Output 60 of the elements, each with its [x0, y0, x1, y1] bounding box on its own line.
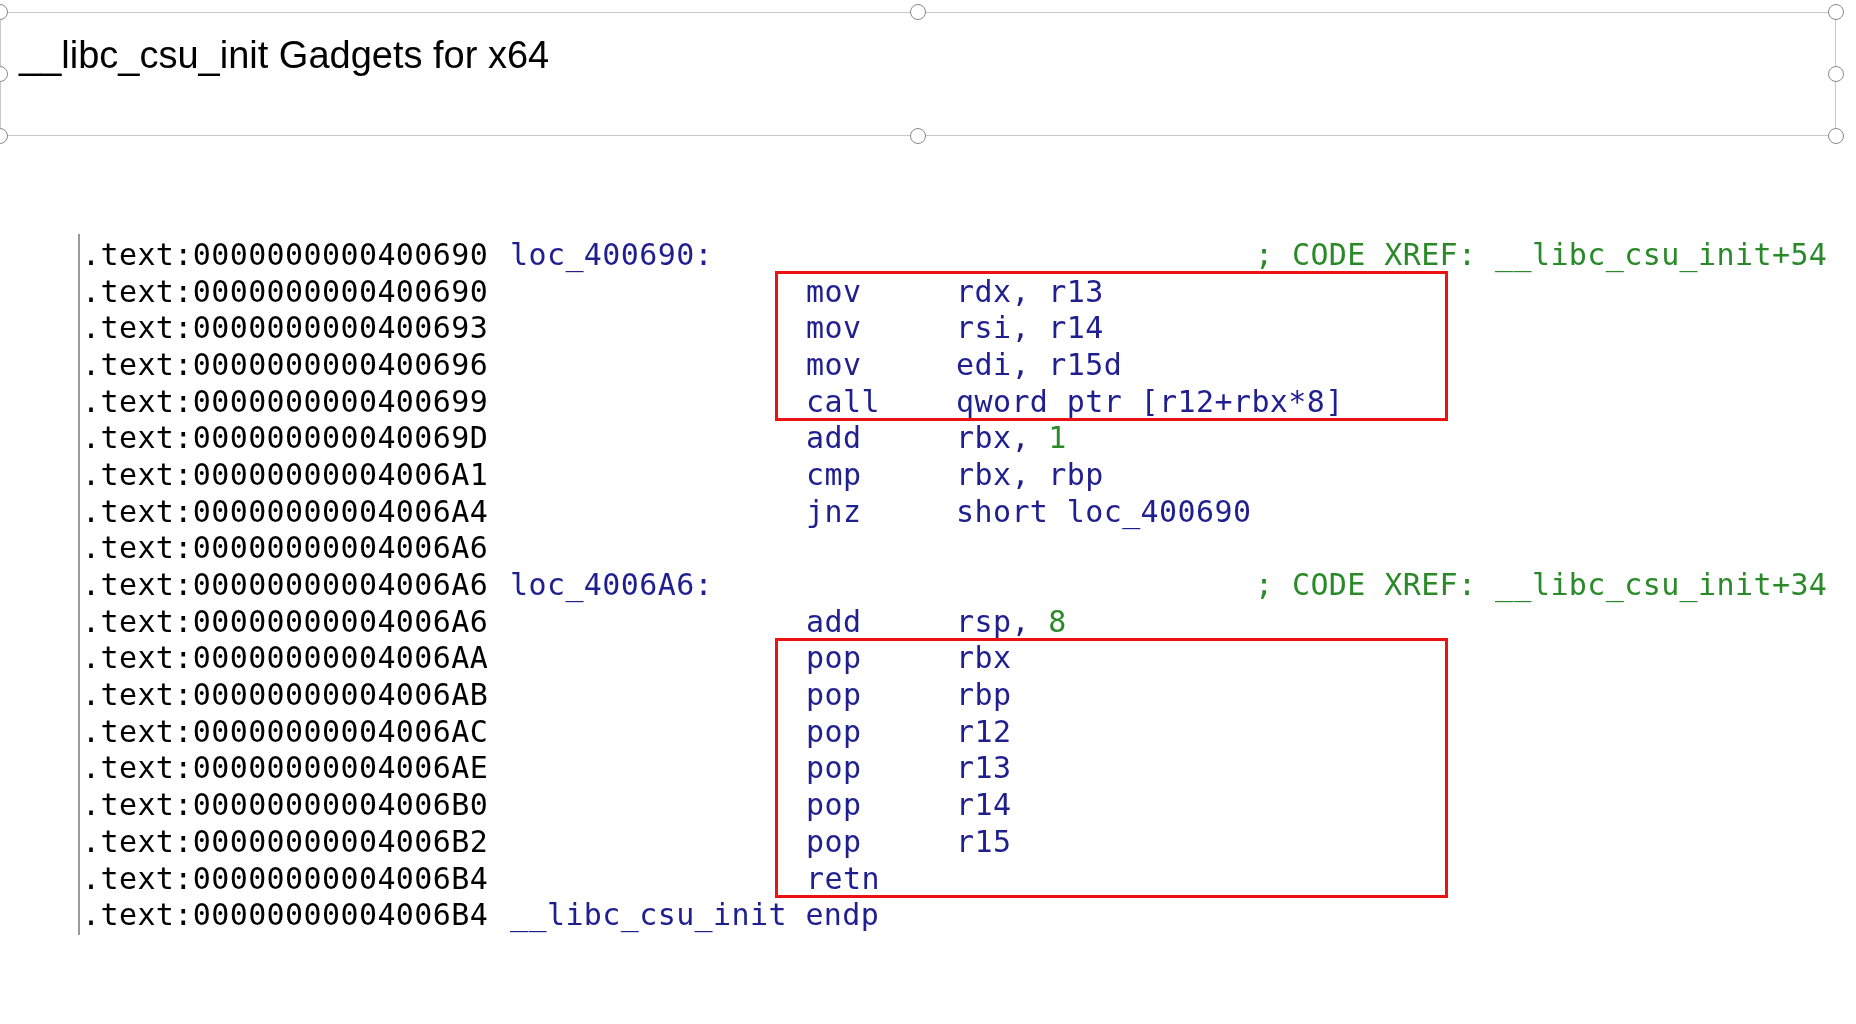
address-text: .text:0000000000400696 — [82, 345, 490, 384]
operands-text: short loc_400690 — [956, 493, 1252, 529]
address-text: .text:0000000000400693 — [82, 309, 490, 348]
code-label: loc_4006A6: — [510, 567, 714, 603]
mnemonic-text: pop — [806, 640, 862, 676]
mnemonic-text: jnz — [806, 493, 862, 529]
mnemonic-text: retn — [806, 860, 880, 896]
address-text: .text:00000000004006B4 — [82, 896, 490, 935]
selection-handle[interactable] — [1828, 4, 1844, 20]
address-text: .text:00000000004006A6 — [82, 566, 490, 605]
title-placeholder[interactable]: __libc_csu_init Gadgets for x64 — [0, 12, 1836, 136]
address-text: .text:00000000004006A6 — [82, 529, 490, 568]
address-text: .text:0000000000400690 — [82, 235, 490, 274]
address-text: .text:00000000004006A1 — [82, 455, 490, 494]
operands-text: rbx, 1 — [956, 420, 1067, 456]
operands-text: edi, r15d — [956, 346, 1123, 382]
operands-text: rbp — [956, 677, 1012, 713]
operands-text: r14 — [956, 787, 1012, 823]
operands-text: rbx — [956, 640, 1012, 676]
operands-text: rsp, 8 — [956, 603, 1067, 639]
xref-comment: ; CODE XREF: __libc_csu_init+34 — [1255, 566, 1828, 605]
operands-text: rdx, r13 — [956, 273, 1104, 309]
operands-text: qword ptr [r12+rbx*8] — [956, 383, 1344, 419]
operands-text: rsi, r14 — [956, 310, 1104, 346]
operands-text: rbx, rbp — [956, 456, 1104, 492]
mnemonic-text: pop — [806, 713, 862, 749]
code-label: __libc_csu_init endp — [510, 897, 880, 933]
address-text: .text:00000000004006B2 — [82, 822, 490, 861]
address-text: .text:00000000004006AE — [82, 749, 490, 788]
selection-handle[interactable] — [910, 4, 926, 20]
address-text: .text:00000000004006A4 — [82, 492, 490, 531]
operands-text: r15 — [956, 823, 1012, 859]
mnemonic-text: cmp — [806, 456, 862, 492]
mnemonic-text: add — [806, 420, 862, 456]
mnemonic-text: call — [806, 383, 880, 419]
xref-comment: ; CODE XREF: __libc_csu_init+54 — [1255, 235, 1828, 275]
selection-handle[interactable] — [1828, 128, 1844, 144]
mnemonic-text: add — [806, 603, 862, 639]
code-label: loc_400690: — [510, 236, 714, 272]
mnemonic-text: pop — [806, 823, 862, 859]
address-text: .text:00000000004006AA — [82, 639, 490, 678]
mnemonic-text: mov — [806, 346, 862, 382]
address-text: .text:00000000004006B4 — [82, 859, 490, 898]
selection-handle[interactable] — [910, 128, 926, 144]
operands-text: r12 — [956, 713, 1012, 749]
address-text: .text:00000000004006AB — [82, 676, 490, 715]
address-text: .text:00000000004006A6 — [82, 602, 490, 641]
selection-handle[interactable] — [1828, 66, 1844, 82]
mnemonic-text: mov — [806, 310, 862, 346]
mnemonic-text: pop — [806, 787, 862, 823]
address-text: .text:0000000000400699 — [82, 382, 490, 421]
mnemonic-text: pop — [806, 750, 862, 786]
address-text: .text:00000000004006B0 — [82, 786, 490, 825]
mnemonic-text: mov — [806, 273, 862, 309]
operands-text: r13 — [956, 750, 1012, 786]
address-text: .text:00000000004006AC — [82, 712, 490, 751]
address-text: .text:000000000040069D — [82, 419, 490, 458]
slide-title: __libc_csu_init Gadgets for x64 — [19, 34, 550, 76]
address-text: .text:0000000000400690 — [82, 272, 490, 311]
mnemonic-text: pop — [806, 677, 862, 713]
